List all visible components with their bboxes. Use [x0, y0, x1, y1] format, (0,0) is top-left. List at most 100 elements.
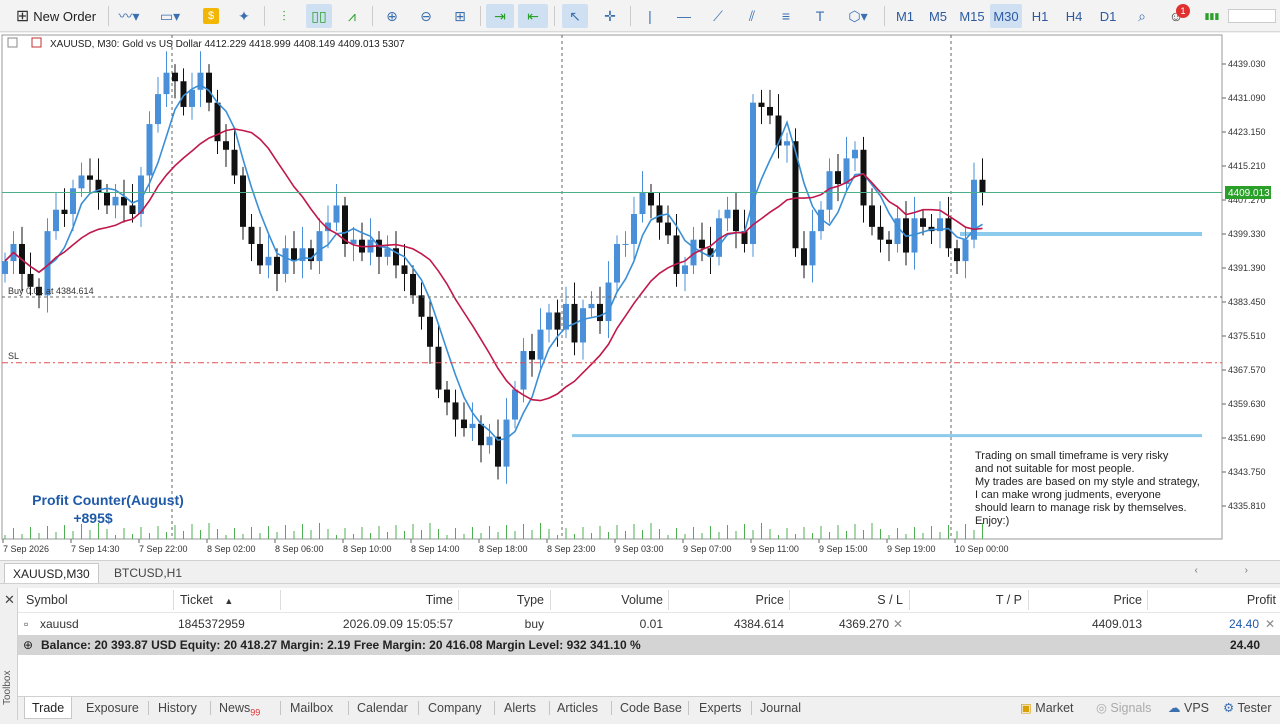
cell-ticket[interactable]: 1845372959 — [178, 613, 245, 635]
grid-icon[interactable]: ⊞ — [448, 4, 472, 28]
candle-body — [163, 72, 170, 95]
time-tick-label: 9 Sep 03:00 — [615, 544, 664, 554]
timeframe-m5[interactable]: M5 — [924, 4, 952, 28]
expand-icon[interactable]: ⊕ — [23, 635, 33, 655]
market-button[interactable]: ▣ Market — [1020, 697, 1074, 719]
chart-shift-icon[interactable]: ⇥ — [486, 4, 514, 28]
timeframe-m15[interactable]: M15 — [956, 4, 988, 28]
cell-time[interactable]: 2026.09.09 15:05:57 — [280, 613, 453, 635]
col-symbol[interactable]: Symbol — [26, 588, 68, 612]
cell-symbol[interactable]: xauusd — [40, 613, 79, 635]
channel-icon[interactable]: ⫽ — [740, 4, 764, 28]
tab-code-base[interactable]: Code Base — [620, 697, 682, 719]
trendline-icon[interactable]: ⟋ — [706, 4, 730, 28]
vps-button[interactable]: ☁ VPS — [1168, 697, 1209, 719]
col-sl[interactable]: S / L — [789, 588, 903, 612]
col-price[interactable]: Price — [668, 588, 784, 612]
chart-tab-xauusd[interactable]: XAUUSD,M30 — [4, 563, 99, 583]
col-profit[interactable]: Profit — [1147, 588, 1276, 612]
remove-sl-icon[interactable]: ✕ — [893, 613, 903, 635]
tab-articles[interactable]: Articles — [557, 697, 598, 719]
line-chart-icon[interactable]: ⩘ — [340, 4, 364, 28]
tab-exposure[interactable]: Exposure — [86, 697, 139, 719]
tester-button[interactable]: ⚙ Tester — [1223, 697, 1272, 719]
signals-button[interactable]: ◎ Signals — [1096, 697, 1151, 719]
algo-trading-icon[interactable]: $ — [200, 4, 222, 28]
candle-body — [231, 149, 238, 176]
tab-calendar[interactable]: Calendar — [357, 697, 408, 719]
cell-profit[interactable]: 24.40 — [1147, 613, 1259, 635]
col-time[interactable]: Time — [280, 588, 453, 612]
candle-body — [758, 102, 765, 107]
candle-body — [520, 351, 527, 390]
tab-alerts[interactable]: Alerts — [504, 697, 536, 719]
tab-news[interactable]: News99 — [219, 697, 260, 719]
auto-scroll-icon[interactable]: ✦ — [232, 4, 256, 28]
tab-scroll-arrows[interactable]: ‹ › — [1195, 565, 1270, 576]
tab-mailbox[interactable]: Mailbox — [290, 697, 333, 719]
tab-trade[interactable]: Trade — [24, 697, 73, 719]
text-tool-icon[interactable]: T — [808, 4, 832, 28]
indicator-list-icon[interactable]: 〰▾ — [112, 4, 146, 28]
new-order-button[interactable]: ⊞ New Order — [8, 4, 104, 28]
cursor-icon[interactable]: ↖ — [562, 4, 588, 28]
cell-sl[interactable]: 4369.270 — [789, 613, 889, 635]
market-icon: ▣ — [1020, 701, 1032, 715]
fibonacci-icon[interactable]: ≡ — [774, 4, 798, 28]
candle-body — [104, 192, 110, 206]
candle-body — [673, 235, 680, 274]
col-ticket[interactable]: Ticket ▲ — [180, 588, 233, 612]
chart-type-icon[interactable]: ▭▾ — [152, 4, 188, 28]
cell-current-price[interactable]: 4409.013 — [1028, 613, 1142, 635]
zoom-in-icon[interactable]: ⊕ — [380, 4, 404, 28]
chart-canvas[interactable]: 4439.0304431.0904423.1504415.2104407.270… — [0, 33, 1280, 560]
timeframe-h4[interactable]: H4 — [1060, 4, 1088, 28]
auto-scroll-chart-icon[interactable]: ⇤ — [518, 4, 548, 28]
price-tick-label: 4359.630 — [1228, 399, 1266, 409]
time-tick-label: 7 Sep 14:30 — [71, 544, 120, 554]
toolbar-search-input[interactable] — [1228, 9, 1276, 23]
cell-volume[interactable]: 0.01 — [550, 613, 663, 635]
tab-company[interactable]: Company — [428, 697, 482, 719]
timeframe-h1[interactable]: H1 — [1026, 4, 1054, 28]
chart-tab-btcusd[interactable]: BTCUSD,H1 — [106, 563, 190, 583]
candle-body — [146, 124, 153, 176]
horizontal-line-icon[interactable]: — — [672, 4, 696, 28]
candle-body — [979, 179, 986, 193]
search-icon[interactable]: ⌕ — [1130, 4, 1154, 28]
candle-body — [410, 273, 416, 296]
col-tp[interactable]: T / P — [909, 588, 1022, 612]
timeframe-m30[interactable]: M30 — [990, 4, 1022, 28]
col-volume[interactable]: Volume — [550, 588, 663, 612]
candle-body — [733, 209, 739, 232]
trade-table: Symbol Ticket ▲ Time Type Volume Price S… — [18, 588, 1280, 696]
time-tick-label: 8 Sep 18:00 — [479, 544, 528, 554]
timeframe-d1[interactable]: D1 — [1094, 4, 1122, 28]
candle-body — [580, 308, 586, 343]
price-chart[interactable]: 4439.030 4431.090 4423.150 4415.210 4407.270… — [0, 33, 1280, 560]
zoom-out-icon[interactable]: ⊖ — [414, 4, 438, 28]
col-type[interactable]: Type — [458, 588, 544, 612]
shapes-icon[interactable]: ⬡▾ — [840, 4, 876, 28]
vertical-line-icon[interactable]: | — [638, 4, 662, 28]
cell-price[interactable]: 4384.614 — [668, 613, 784, 635]
candle-body — [444, 389, 450, 403]
bar-chart-icon[interactable]: ⫶ — [272, 4, 296, 28]
candle-body — [61, 209, 68, 215]
support-zone-lower — [572, 434, 1202, 438]
tab-experts[interactable]: Experts — [699, 697, 741, 719]
cell-type[interactable]: buy — [458, 613, 544, 635]
candle-body — [495, 436, 501, 467]
cell-tp[interactable] — [909, 613, 1022, 635]
candlestick-icon[interactable]: ▯▯ — [306, 4, 332, 28]
time-tick-label: 9 Sep 15:00 — [819, 544, 868, 554]
close-position-icon[interactable]: ✕ — [1265, 613, 1275, 635]
crosshair-icon[interactable]: ✛ — [598, 4, 622, 28]
timeframe-m1[interactable]: M1 — [892, 4, 918, 28]
col-current-price[interactable]: Price — [1028, 588, 1142, 612]
price-tick-label: 4399.330 — [1228, 229, 1266, 239]
candle-body — [852, 149, 858, 159]
tab-journal[interactable]: Journal — [760, 697, 801, 719]
tab-history[interactable]: History — [158, 697, 197, 719]
close-toolbox-icon[interactable]: ✕ — [4, 592, 15, 608]
